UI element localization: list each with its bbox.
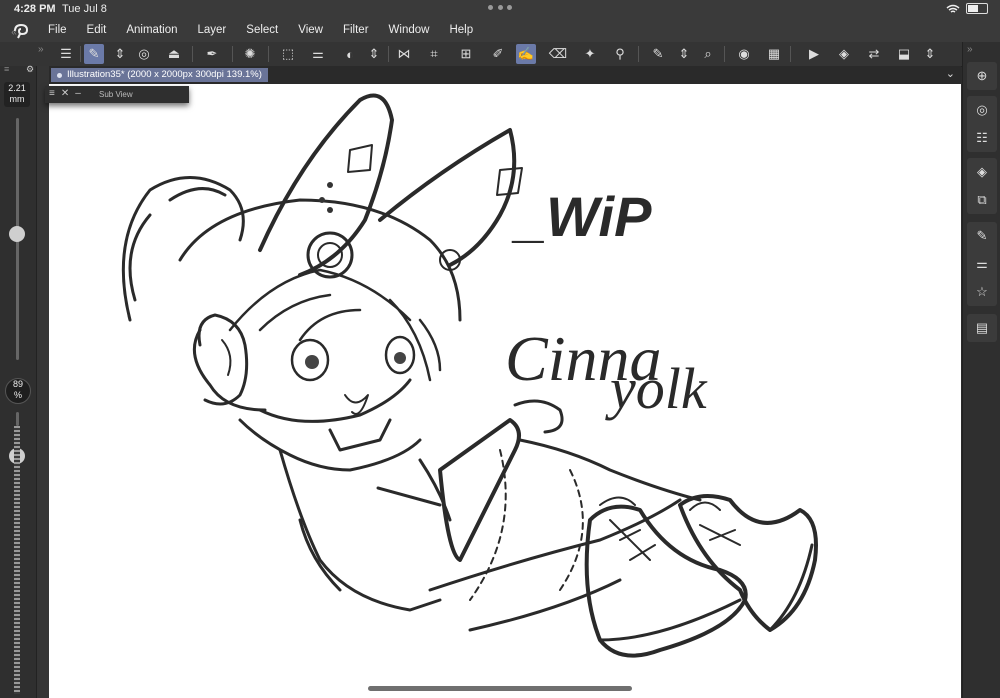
brush-size-knob[interactable]: [9, 226, 25, 243]
brush-size-value: 2.21: [8, 83, 26, 93]
tool-property-icon[interactable]: ☷: [967, 124, 997, 152]
layers-icon[interactable]: ▦: [764, 44, 784, 64]
canvas-tab[interactable]: Illustration35* (2000 x 2000px 300dpi 13…: [51, 68, 268, 82]
crop-icon[interactable]: ⌗: [424, 44, 444, 64]
transform-icon[interactable]: ⬚: [278, 44, 298, 64]
zoom-icon[interactable]: ⌕: [698, 44, 718, 64]
swap-v-icon[interactable]: ⇕: [364, 44, 384, 64]
expand-icon[interactable]: ⇕: [920, 44, 940, 64]
sketch-drawing: _WiP Cinna yolk: [121, 93, 818, 658]
status-date: Tue Jul 8: [62, 3, 107, 15]
panel-settings-icon[interactable]: ⚙: [26, 64, 34, 75]
home-indicator[interactable]: [368, 686, 632, 691]
selected-tool-icon[interactable]: ✎: [84, 44, 104, 64]
collapse-right-icon[interactable]: »: [967, 44, 973, 55]
loading-icon[interactable]: ✺: [240, 44, 260, 64]
menu-file[interactable]: File: [48, 24, 67, 36]
collapse-sub-icon[interactable]: »: [38, 44, 44, 55]
wip-label: _WiP: [511, 185, 652, 248]
sub-view-controls: ≡ ✕ –: [49, 88, 81, 99]
stack-icon[interactable]: ◈: [834, 44, 854, 64]
export-icon[interactable]: ⬓: [894, 44, 914, 64]
sub-tool-icon[interactable]: ◎: [967, 96, 997, 124]
brush-panel: ≡ ⚙ 2.21 mm 89 %: [0, 64, 37, 698]
layer-icon[interactable]: ◈: [967, 158, 997, 186]
eraser-icon[interactable]: ⌫: [548, 44, 568, 64]
material-icon[interactable]: ☆: [967, 278, 997, 306]
eyedropper-icon[interactable]: ⚲: [610, 44, 630, 64]
collapse-left-icon[interactable]: «: [4, 22, 24, 42]
swap-icon[interactable]: ⇕: [110, 44, 130, 64]
wifi-icon: [946, 4, 960, 13]
opacity-track-pattern: [14, 426, 20, 694]
minimize-icon[interactable]: –: [75, 88, 81, 99]
panel-menu-icon[interactable]: ≡: [4, 64, 9, 74]
right-panel: » ⊕ ◎ ☷ ◈ ⧉ ✎ ⚌ ☆ ▤: [962, 42, 1000, 698]
brush-size-unit: mm: [9, 94, 25, 104]
tab-dot-icon: [57, 72, 62, 78]
drag-handle-icon[interactable]: ≡: [49, 88, 55, 99]
opacity-display[interactable]: 89 %: [5, 378, 31, 404]
menu-items: File Edit Animation Layer Select View Fi…: [48, 24, 493, 36]
opacity-slider[interactable]: [16, 412, 19, 426]
close-icon[interactable]: ✕: [61, 88, 69, 99]
sub-view-window[interactable]: ≡ ✕ – Sub View: [45, 86, 189, 103]
canvas-tab-title: Illustration35* (2000 x 2000px 300dpi 13…: [67, 69, 262, 80]
opacity-value: 89: [12, 379, 23, 389]
sparkle-icon[interactable]: ✦: [580, 44, 600, 64]
menu-layer[interactable]: Layer: [198, 24, 227, 36]
layer-property-icon[interactable]: ⧉: [967, 186, 997, 214]
pen-icon[interactable]: ✒: [202, 44, 222, 64]
status-bar: 4:28 PM Tue Jul 8: [0, 0, 1000, 20]
ruler-icon[interactable]: ✐: [488, 44, 508, 64]
pen-active-icon[interactable]: ✍: [516, 44, 536, 64]
brush-size-icon[interactable]: ✎: [967, 222, 997, 250]
sub-view-title: Sub View: [99, 90, 133, 99]
name-line-2: yolk: [605, 356, 708, 421]
swap2-icon[interactable]: ⇕: [674, 44, 694, 64]
command-bar: « ☰ ✎ ⇕ ◎ ⏏ ✒ ✺ ⬚ ⚌ ◐ ⇕ ⋈ ⌗ ⊞ ✐ ✍ ⌫ ✦ ⚲ …: [0, 27, 1000, 67]
menu-help[interactable]: Help: [449, 24, 473, 36]
multitask-dots-icon[interactable]: [488, 5, 512, 11]
canvas-tab-bar: Illustration35* (2000 x 2000px 300dpi 13…: [49, 66, 961, 84]
drawing-canvas[interactable]: _WiP Cinna yolk: [49, 84, 961, 698]
menu-animation[interactable]: Animation: [126, 24, 177, 36]
brush-size-display[interactable]: 2.21 mm: [4, 82, 30, 107]
chevron-down-icon[interactable]: ⌄: [946, 67, 955, 80]
menu-select[interactable]: Select: [246, 24, 278, 36]
status-time: 4:28 PM: [14, 3, 56, 15]
menu-edit[interactable]: Edit: [87, 24, 107, 36]
menu-window[interactable]: Window: [389, 24, 430, 36]
edit-icon[interactable]: ✎: [648, 44, 668, 64]
circle-icon[interactable]: ◉: [734, 44, 754, 64]
timeline-icon[interactable]: ▤: [967, 314, 997, 342]
grid-icon[interactable]: ⊞: [456, 44, 476, 64]
adjust-panel-icon[interactable]: ⚌: [967, 250, 997, 278]
rotate-icon[interactable]: ◐: [340, 44, 360, 64]
fill-icon[interactable]: ⏏: [164, 44, 184, 64]
panel-divider: »: [37, 44, 49, 698]
color-icon[interactable]: ◎: [134, 44, 154, 64]
status-right: [946, 3, 988, 14]
transfer-icon[interactable]: ⇄: [864, 44, 884, 64]
flip-icon[interactable]: ⋈: [394, 44, 414, 64]
menu-filter[interactable]: Filter: [343, 24, 369, 36]
menu-view[interactable]: View: [298, 24, 323, 36]
opacity-unit: %: [13, 390, 22, 400]
animation-icon[interactable]: ▶: [804, 44, 824, 64]
menu-icon[interactable]: ☰: [56, 44, 76, 64]
menu-bar: File Edit Animation Layer Select View Fi…: [0, 20, 1000, 42]
battery-icon: [966, 3, 988, 14]
navigator-icon[interactable]: ⊕: [967, 62, 997, 90]
adjust-icon[interactable]: ⚌: [308, 44, 328, 64]
